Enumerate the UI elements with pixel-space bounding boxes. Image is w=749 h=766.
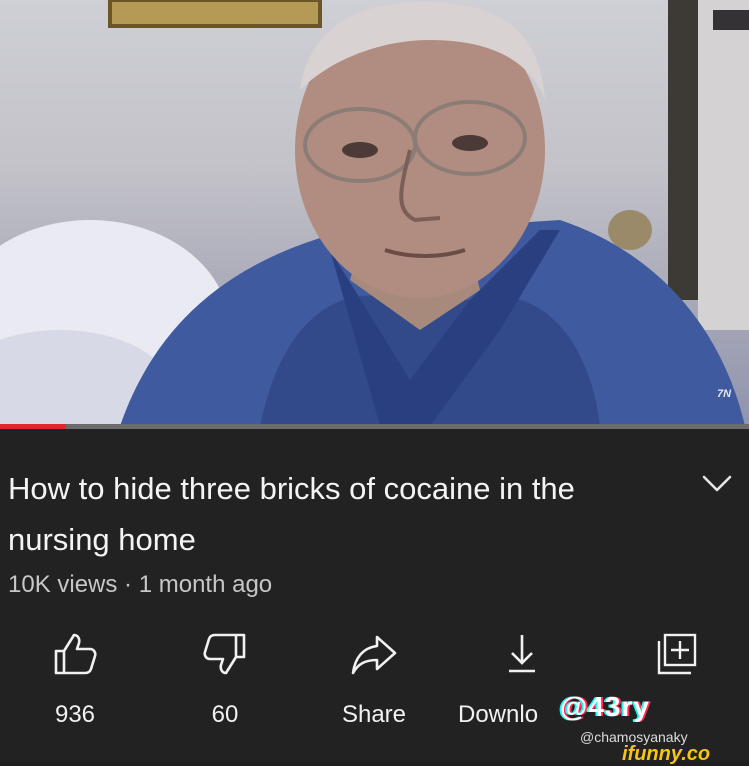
dislike-button[interactable]: 60	[155, 629, 295, 728]
view-stats: 10K views · 1 month ago	[8, 571, 273, 598]
video-title[interactable]: How to hide three bricks of cocaine in t…	[8, 463, 648, 565]
like-count: 936	[54, 701, 96, 728]
share-label: Share	[341, 701, 407, 728]
download-icon	[509, 635, 535, 673]
video-corner-watermark: 7N	[717, 388, 732, 400]
dislike-count: 60	[211, 701, 239, 728]
video-frame-illustration	[0, 0, 749, 426]
picture-frame	[108, 0, 322, 28]
share-button[interactable]: Share	[304, 629, 444, 728]
tiktok-watermark: @43ry	[560, 691, 650, 722]
video-info-panel: How to hide three bricks of cocaine in t…	[0, 429, 749, 765]
download-button[interactable]: Downlo	[452, 629, 592, 728]
add-to-playlist-icon	[657, 633, 697, 675]
share-icon	[351, 635, 397, 675]
video-player[interactable]: 7N	[0, 0, 749, 426]
thumbs-down-icon	[203, 633, 246, 675]
like-button[interactable]: 936	[5, 629, 145, 728]
thumbs-up-icon	[54, 633, 97, 675]
save-to-playlist-button[interactable]	[606, 629, 746, 679]
ifunny-watermark: ifunny.co	[622, 743, 711, 765]
door-frame	[668, 0, 698, 300]
chevron-down-icon[interactable]	[700, 469, 734, 499]
door	[698, 0, 749, 330]
